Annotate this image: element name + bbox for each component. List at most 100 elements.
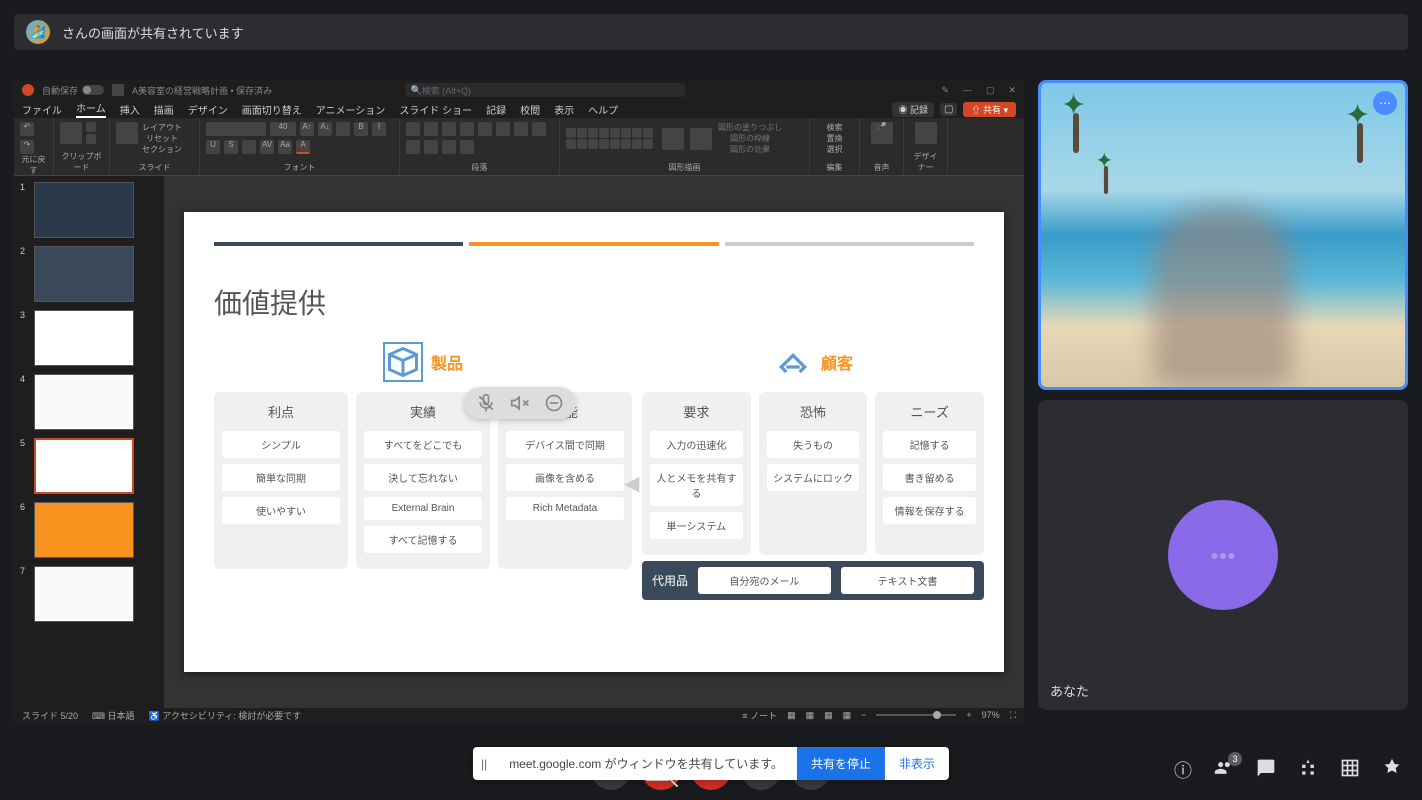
indent-increase-icon[interactable] [460,122,474,136]
close-icon[interactable]: ✕ [1008,85,1016,96]
undo-icon[interactable]: ↶ [20,122,34,136]
thumbnail-1[interactable]: 1 [20,182,158,238]
align-left-icon[interactable] [514,122,528,136]
share-button[interactable]: ⇧ 共有 ▾ [963,102,1016,117]
thumbnail-4[interactable]: 4 [20,374,158,430]
search-input[interactable]: 🔍 検索 (Alt+Q) [405,83,685,97]
smartart-icon[interactable] [460,140,474,154]
indent-decrease-icon[interactable] [442,122,456,136]
menu-design[interactable]: デザイン [188,102,228,117]
designer-icon[interactable] [915,122,937,144]
new-slide-icon[interactable] [116,122,138,144]
dictation-icon[interactable]: 🎤 [871,122,893,144]
paste-icon[interactable] [60,122,82,144]
toggle-switch[interactable] [82,85,104,95]
present-icon[interactable]: ▢ [940,103,957,116]
pencil-icon[interactable]: ✎ [941,85,949,96]
font-family[interactable] [206,122,266,136]
font-color-icon[interactable]: A [296,140,310,154]
zoom-in-icon[interactable]: + [966,710,971,720]
activities-icon[interactable] [1298,758,1318,783]
people-icon[interactable]: 3 [1214,758,1234,783]
quick-styles-icon[interactable] [690,128,712,150]
thumbnail-5[interactable]: 5 [20,438,158,494]
zoom-out-icon[interactable]: − [861,710,866,720]
increase-font-icon[interactable]: A↑ [300,122,314,136]
shape-line-icon[interactable] [599,128,609,138]
menu-insert[interactable]: 挿入 [120,102,140,117]
spacing-icon[interactable]: AV [260,140,274,154]
chat-icon[interactable] [1256,758,1276,783]
menu-slideshow[interactable]: スライド ショー [399,102,472,117]
underline-icon[interactable]: U [206,140,220,154]
slide-thumbnails[interactable]: 1 2 3 4 5 6 7 [14,176,164,708]
shadow-icon[interactable] [242,140,256,154]
menu-transitions[interactable]: 画面切り替え [242,102,302,117]
zoom-slider[interactable] [876,714,956,716]
menu-help[interactable]: ヘルプ [588,102,618,117]
minimize-icon[interactable]: — [963,85,972,96]
hide-toast-button[interactable]: 非表示 [885,747,949,780]
menu-review[interactable]: 校閲 [520,102,540,117]
pause-icon[interactable]: || [473,757,495,771]
stop-icon[interactable] [544,393,564,413]
italic-icon[interactable]: I [372,122,386,136]
numbering-icon[interactable] [424,122,438,136]
save-icon[interactable] [112,84,124,96]
slide-canvas[interactable]: 価値提供 製品 利点シンプル簡単な同期使いやすい実績すべてをどこでも決して忘れな… [164,176,1024,708]
bullets-icon[interactable] [406,122,420,136]
fit-icon[interactable]: ⛶ [1010,710,1016,721]
shape-rect-icon[interactable] [566,128,576,138]
shape-star-icon[interactable] [621,128,631,138]
maximize-icon[interactable]: ▢ [986,85,995,96]
grid-icon[interactable] [1340,758,1360,783]
cut-icon[interactable] [86,122,96,132]
text-direction-icon[interactable] [496,122,510,136]
view-reading-icon[interactable]: ▦ [824,710,833,721]
bold-icon[interactable]: B [354,122,368,136]
menu-animations[interactable]: アニメーション [316,102,386,117]
line-spacing-icon[interactable] [478,122,492,136]
menu-view[interactable]: 表示 [554,102,574,117]
menu-file[interactable]: ファイル [22,102,62,117]
copy-icon[interactable] [86,134,96,144]
menu-home[interactable]: ホーム [76,100,106,118]
view-slideshow-icon[interactable]: ▦ [843,710,852,721]
autosave-toggle[interactable]: 自動保存 [42,84,104,97]
thumbnail-2[interactable]: 2 [20,246,158,302]
notes-button[interactable]: ≡ ノート [742,709,777,722]
case-icon[interactable]: Aa [278,140,292,154]
host-controls-icon[interactable] [1382,758,1402,783]
justify-icon[interactable] [424,140,438,154]
redo-icon[interactable]: ↷ [20,140,34,154]
thumbnail-3[interactable]: 3 [20,310,158,366]
accessibility-indicator[interactable]: ♿ アクセシビリティ: 検討が必要です [149,709,302,722]
mic-off-icon[interactable] [476,393,496,413]
thumbnail-6[interactable]: 6 [20,502,158,558]
zoom-level[interactable]: 97% [982,710,1000,720]
menu-record[interactable]: 記録 [486,102,506,117]
shape-triangle-icon[interactable] [588,128,598,138]
no-sound-icon[interactable] [510,393,530,413]
columns-icon[interactable] [442,140,456,154]
decrease-font-icon[interactable]: A↓ [318,122,332,136]
thumbnail-7[interactable]: 7 [20,566,158,622]
view-sorter-icon[interactable]: ▦ [806,710,815,721]
shape-oval-icon[interactable] [577,128,587,138]
view-normal-icon[interactable]: ▦ [787,710,796,721]
strike-icon[interactable]: S [224,140,238,154]
menu-draw[interactable]: 描画 [154,102,174,117]
align-right-icon[interactable] [406,140,420,154]
font-size[interactable]: 40 [270,122,296,136]
language-indicator[interactable]: ⌨ 日本語 [92,709,135,722]
shape-arrow-icon[interactable] [610,128,620,138]
align-center-icon[interactable] [532,122,546,136]
info-icon[interactable]: ⓘ [1174,757,1192,783]
arrange-icon[interactable] [662,128,684,150]
record-button[interactable]: ◉ 記録 [892,102,934,117]
clear-format-icon[interactable] [336,122,350,136]
stop-sharing-button[interactable]: 共有を停止 [797,747,885,780]
participant-tile-you[interactable]: ●●● あなた [1038,400,1408,710]
participant-tile-presenter[interactable]: ⋯ [1038,80,1408,390]
tile-menu-icon[interactable]: ⋯ [1373,91,1397,115]
